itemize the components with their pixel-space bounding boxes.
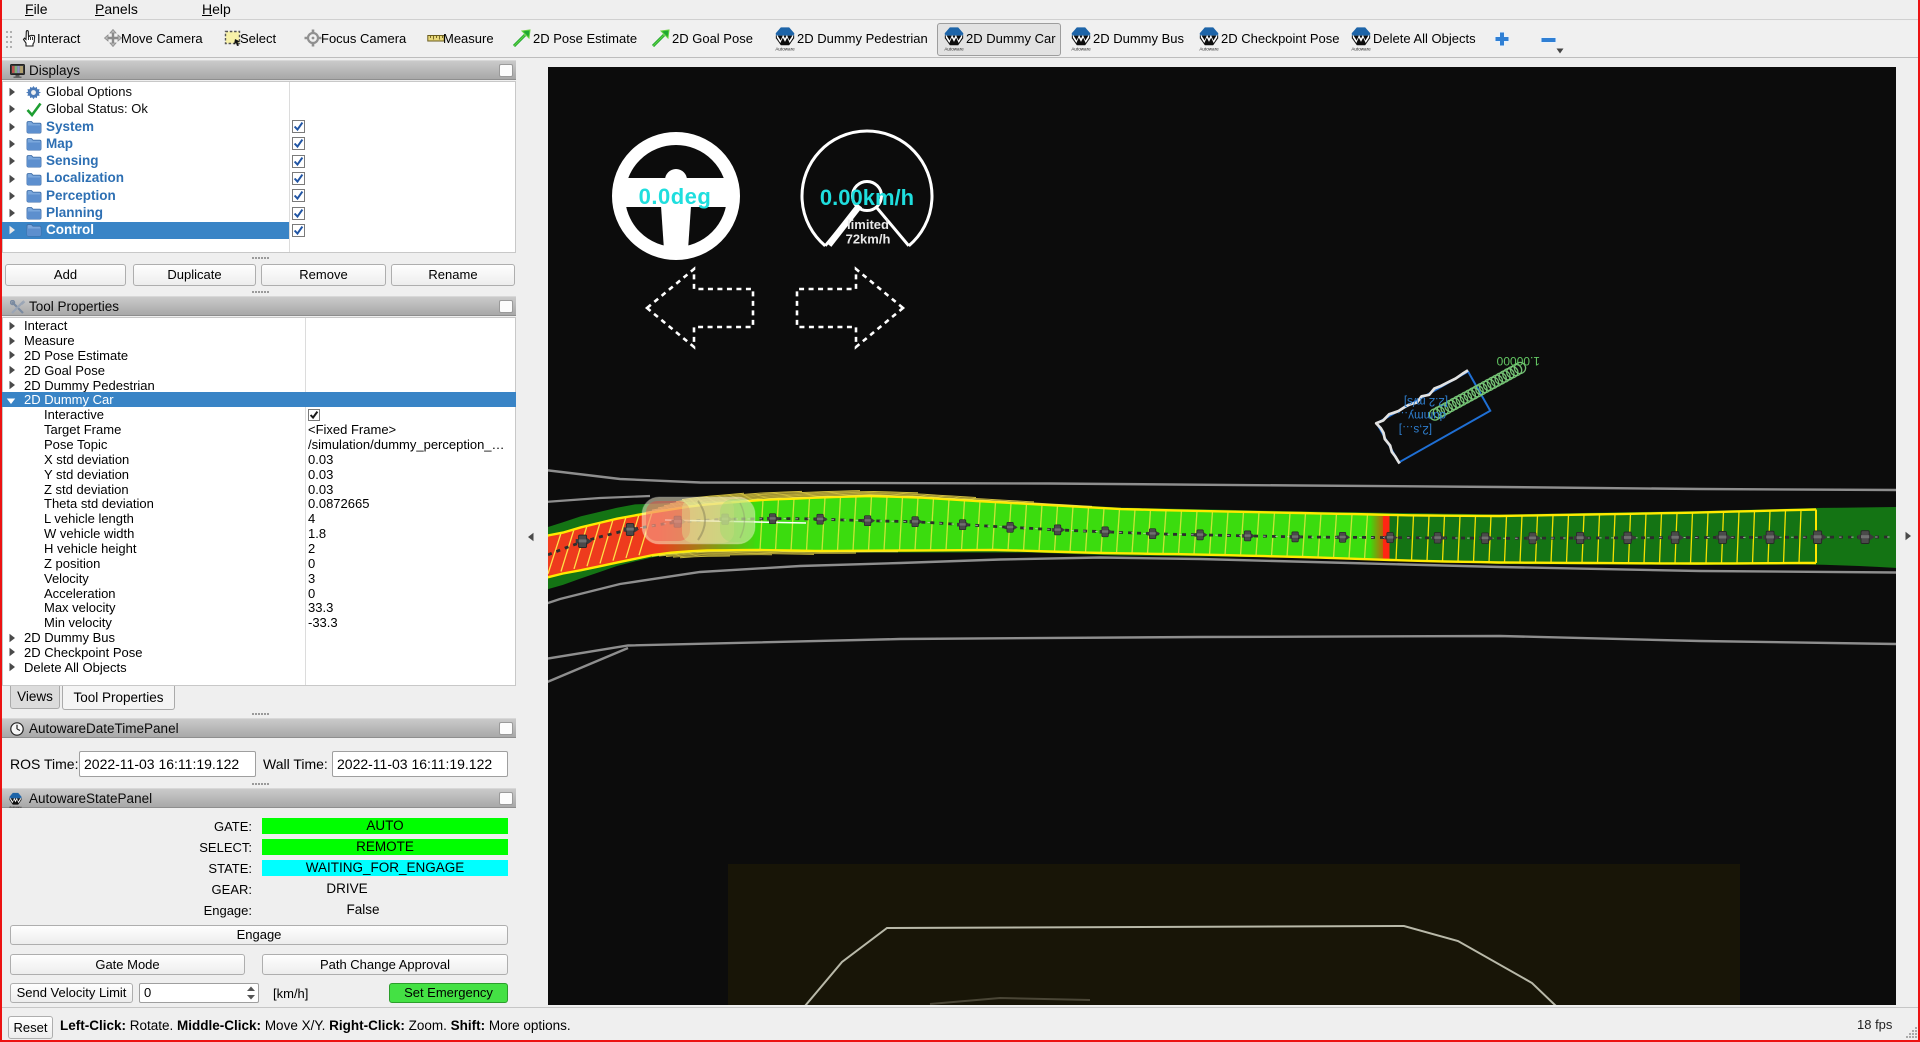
svg-text:Autoware: Autoware <box>1199 47 1219 52</box>
svg-text:Autoware: Autoware <box>1351 47 1371 52</box>
svg-text:1.00000: 1.00000 <box>1496 354 1540 368</box>
svg-text:[2,s…]: [2,s…] <box>1399 423 1432 435</box>
svg-text:Autoware: Autoware <box>775 47 795 52</box>
svg-text:dummy…: dummy… <box>1397 409 1446 421</box>
svg-text:limited: limited <box>847 217 889 232</box>
svg-text:72km/h: 72km/h <box>846 232 891 247</box>
svg-text:Autoware: Autoware <box>9 805 22 809</box>
svg-text:[2.2 m/s]: [2.2 m/s] <box>1404 395 1448 407</box>
svg-text:0.0deg: 0.0deg <box>639 184 712 209</box>
svg-text:0.00km/h: 0.00km/h <box>820 185 914 210</box>
svg-text:Autoware: Autoware <box>1071 47 1091 52</box>
svg-text:Autoware: Autoware <box>944 47 964 52</box>
